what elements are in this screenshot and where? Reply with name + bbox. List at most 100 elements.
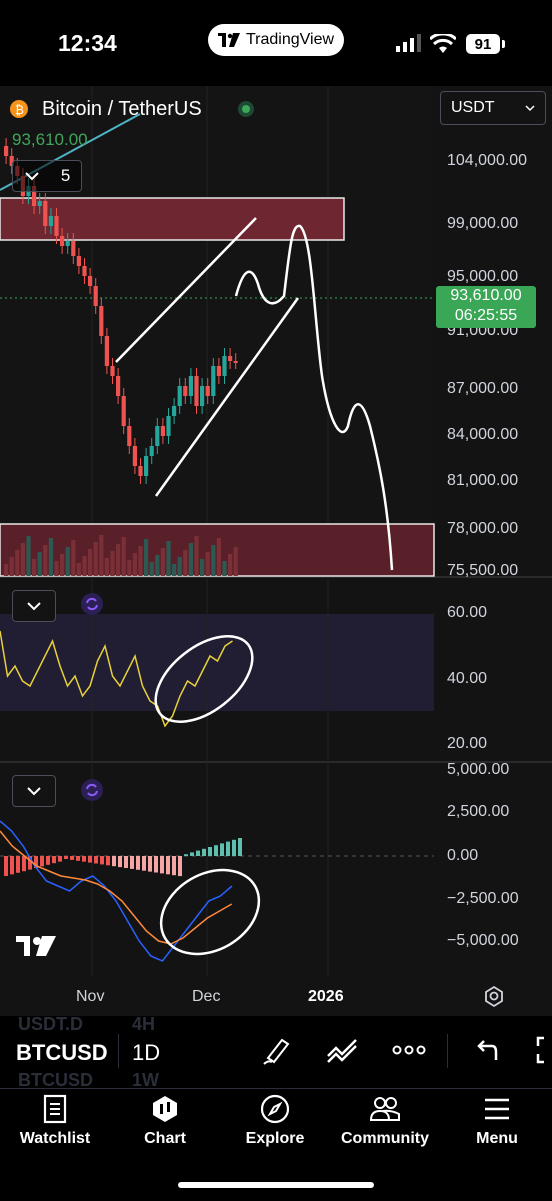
volume-bar [155,555,160,576]
macd-histogram-bar [178,856,182,877]
volume-bar [37,552,42,576]
nav-label: Menu [476,1130,518,1147]
market-status-indicator [238,101,254,117]
nav-label: Community [341,1130,429,1147]
macd-histogram-bar [202,848,206,856]
rsi-band [0,614,434,711]
macd-axis-label: 0.00 [447,847,479,864]
ghost-symbol: USDT.D [18,1014,84,1034]
signal-line [0,830,233,945]
macd-histogram-bar [22,856,26,872]
volume-bar [172,564,177,576]
fullscreen-icon[interactable] [534,1036,552,1064]
volume-bar [200,559,205,576]
chart-settings-icon[interactable] [485,985,503,1008]
volume-bar [166,541,171,576]
macd-axis-label: 5,000.00 [447,761,510,778]
macd-histogram-bar [118,856,122,868]
macd-histogram-bar [10,856,14,875]
volume-bar [43,545,48,576]
macd-histogram-bar [76,856,80,861]
price-axis-label: 75,500.00 [447,562,519,579]
currency-selector[interactable]: USDT [440,91,546,125]
collapse-legend-button[interactable]: 5 [12,160,82,192]
toolbar-divider [118,1034,119,1068]
sync-icon[interactable] [80,778,104,802]
chevron-down-icon [27,787,41,796]
volume-bar [144,539,149,576]
volume-bar [88,549,93,576]
volume-bar [216,538,221,576]
watchlist-icon [43,1094,67,1124]
nav-explore[interactable]: Explore [220,1094,330,1158]
chevron-down-icon [27,602,41,611]
price-axis-label: 84,000.00 [447,426,519,443]
macd-histogram-bar [130,856,134,869]
brush-icon[interactable] [262,1034,294,1066]
volume-bar [127,560,132,576]
volume-bar [205,552,210,576]
chart-icon [153,1096,177,1122]
symbol-title[interactable]: Bitcoin / TetherUS [42,98,202,121]
volume-bar [228,554,233,576]
undo-icon[interactable] [474,1038,498,1062]
volume-bar [65,547,70,576]
macd-histogram [4,838,242,877]
nav-watchlist[interactable]: Watchlist [0,1094,110,1158]
volume-bar [48,538,53,576]
nav-label: Explore [245,1130,305,1147]
volume-bar [60,554,65,576]
macd-histogram-bar [172,856,176,876]
volume-bar [160,548,165,576]
macd-histogram-bar [16,856,20,873]
indicator-count: 5 [60,166,71,185]
rsi-collapse-button[interactable] [12,590,56,622]
battery-tip [502,40,505,48]
macd-histogram-bar [88,856,92,863]
macd-axis-label: 2,500.00 [447,803,510,820]
toolbar-divider [447,1034,448,1068]
price-axis-label: 95,000.00 [447,268,519,285]
macd-histogram-bar [148,856,152,872]
macd-histogram-bar [94,856,98,864]
macd-histogram-bar [64,856,68,859]
price-tag-countdown: 06:25:55 [454,307,518,324]
tradingview-watermark-icon [16,936,56,956]
nav-chart[interactable]: Chart [110,1094,220,1158]
volume-bar [93,542,98,576]
cellular-signal-icon [396,34,421,52]
macd-histogram-bar [142,856,146,871]
bitcoin-icon: ₿ [10,100,28,118]
wifi-icon [430,34,456,53]
chevron-down-icon [525,105,535,112]
compass-icon [260,1094,290,1124]
rsi-axis-label: 60.00 [447,604,488,621]
macd-histogram-bar [124,856,128,868]
more-options-icon[interactable] [392,1044,426,1056]
macd-histogram-bar [136,856,140,870]
price-axis-label: 81,000.00 [447,472,519,489]
macd-histogram-bar [82,856,86,862]
nav-menu[interactable]: Menu [442,1094,552,1158]
macd-histogram-bar [154,856,158,873]
trend-tool-icon[interactable] [326,1036,358,1064]
price-axis-label: 104,000.00 [447,152,528,169]
price-axis-label: 78,000.00 [447,520,519,537]
volume-bar [32,559,37,576]
macd-histogram-bar [220,843,224,856]
interval-selector[interactable]: 1D [132,1040,160,1066]
macd-histogram-bar [208,847,212,856]
status-time: 12:34 [58,30,117,56]
price-axis-label: 99,000.00 [447,215,519,232]
ghost-interval: 4H [132,1014,156,1034]
volume-bar [177,557,182,576]
nav-community[interactable]: Community [330,1094,440,1158]
sync-icon[interactable] [80,592,104,616]
community-icon [369,1097,400,1121]
volume-bar [233,547,238,576]
symbol-selector[interactable]: BTCUSD [16,1040,108,1066]
macd-collapse-button[interactable] [12,775,56,807]
macd-histogram-bar [190,852,194,856]
macd-histogram-bar [100,856,104,865]
volume-bar [71,540,76,576]
